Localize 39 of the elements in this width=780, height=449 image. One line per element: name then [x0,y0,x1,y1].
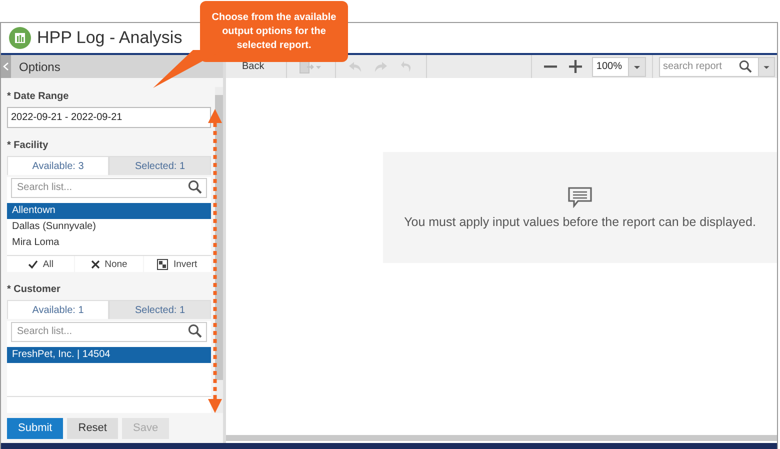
x-icon [90,260,100,268]
list-tab[interactable]: Selected: 1 [109,300,211,319]
caret-icon[interactable] [759,56,775,76]
list-tab[interactable]: Selected: 1 [109,156,211,175]
options-title: Options [19,60,60,74]
collapse-icon[interactable] [1,55,11,78]
comment-icon [568,186,592,208]
select-action-button[interactable]: None [75,256,143,272]
search-field[interactable]: Search list... [11,178,207,198]
list-tab[interactable]: Available: 3 [7,156,109,175]
report-search-field[interactable]: search report [659,56,759,76]
action-button[interactable]: Reset [67,418,118,438]
date-range-field[interactable]: 2022-09-21 - 2022-09-21 [7,107,211,128]
invert-icon [157,258,168,270]
scrollbar[interactable] [226,435,777,441]
parameter-label: * Customer [7,284,62,295]
select-action-button[interactable]: Invert [144,256,211,272]
back-button[interactable]: Back [226,61,280,72]
caret-icon [628,58,645,76]
zoom-in-icon[interactable] [569,60,582,73]
parameter-label: * Date Range [7,91,70,102]
list-tab[interactable]: Available: 1 [7,300,109,319]
list-item[interactable]: Dallas (Sunnyvale) [7,219,211,235]
check-icon [28,260,38,268]
callout: Choose from the available output options for the selected report. [200,1,348,62]
window-title: HPP Log - Analysis [37,28,182,48]
search-field[interactable]: Search list... [11,322,207,342]
action-button[interactable]: Submit [7,418,64,438]
search-icon [188,324,202,338]
parameter-label: * Facility [7,140,50,151]
list-item[interactable]: Mira Loma [7,235,211,251]
report-icon [9,27,31,49]
report-message: You must apply input values before the report can be displayed. [404,214,756,228]
zoom-dropdown[interactable]: 100% [592,56,646,76]
select-action-button[interactable]: All [7,256,74,272]
search-icon [188,180,202,194]
search-icon [739,60,752,72]
list-item[interactable]: FreshPet, Inc. | 14504 [7,347,211,363]
list-item[interactable]: Allentown [7,203,211,219]
